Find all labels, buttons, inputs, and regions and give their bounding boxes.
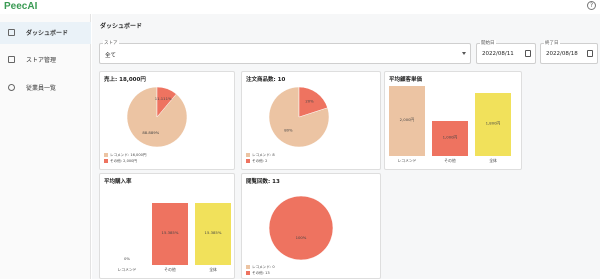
sidebar-item-label: ダッシュボード [26,30,69,37]
start-date-value: 2022/08/11 [482,51,514,57]
legend-label: その他: 13 [252,270,270,275]
store-select-label: ストア [103,40,119,46]
bar-data-label: 1,000円 [443,135,458,140]
bar-data-label: 15.385% [162,230,179,235]
end-date-field[interactable]: 終了日 2022/08/18 [540,40,598,64]
category-tick-label: レコメンド [118,267,137,272]
sales-card: 売上: 18,000円 88.889% 11.111% レコメンド: 16,000… [99,71,235,170]
sidebar: ダッシュボード ストア管理 従業員一覧 [0,14,91,279]
category-tick-label: レコメンド [398,158,417,163]
legend-label: レコメンド: 8 [252,152,275,157]
calendar-icon[interactable] [587,50,593,57]
legend-swatch-recommend [246,265,250,269]
end-date-label: 終了日 [544,40,560,46]
store-icon [8,56,15,63]
pie-data-label: 88.889% [142,130,159,135]
legend-swatch-other [104,159,108,163]
bar-data-label: 15.385% [205,230,222,235]
store-select[interactable]: ストア 全て [99,40,471,64]
views-card: 閲覧回数: 13 0%100% レコメンド: 0 その他: 13 [241,173,381,279]
legend-label: レコメンド: 0 [252,264,275,269]
pie-slice [268,195,334,261]
legend-label: その他: 2 [252,158,268,163]
pie-data-label: 100% [296,235,307,240]
bar-data-label: 2,000円 [400,117,415,122]
bar-data-label: 1,800円 [486,121,501,126]
sidebar-item-store[interactable]: ストア管理 [0,49,91,71]
category-tick-label: その他 [444,158,456,163]
start-date-field[interactable]: 開始日 2022/08/11 [476,40,536,64]
pie-data-label: 20% [305,98,314,103]
sidebar-item-label: 従業員一覧 [26,85,57,92]
bar-data-label: 0% [124,256,130,261]
dashboard-icon [8,29,15,36]
legend-swatch-other [246,271,250,275]
end-date-value: 2022/08/18 [546,51,578,57]
sidebar-item-employees[interactable]: 従業員一覧 [0,77,91,99]
pie-data-label: 11.111% [155,96,172,101]
category-tick-label: その他 [164,267,176,272]
legend-swatch-recommend [104,153,108,157]
orders-card: 注文商品数: 10 80% 20% レコメンド: 8 その他: 2 [241,71,381,170]
avg-spend-card: 平均顧客単価 2,000円 レコメンド 1,000円 その他 1,800円 全体 [384,71,522,170]
help-icon[interactable]: ? [587,1,596,10]
legend-swatch-other [246,159,250,163]
calendar-icon[interactable] [525,50,531,57]
store-select-value: 全て [105,53,117,59]
pie-data-label: 80% [284,128,293,133]
legend-label: レコメンド: 16,000円 [110,152,147,157]
category-tick-label: 全体 [209,267,217,272]
people-icon [8,84,15,91]
views-legend: レコメンド: 0 その他: 13 [246,264,275,276]
legend-label: その他: 2,000円 [110,158,138,163]
sidebar-item-dashboard[interactable]: ダッシュボード [0,22,91,44]
chevron-down-icon [462,52,466,55]
purchase-rate-card: 平均購入率 0% レコメンド 15.385% その他 15.385% 全体 [99,173,235,279]
legend-swatch-recommend [246,153,250,157]
main-content: ダッシュボード ストア 全て 開始日 2022/08/11 終了日 2022/0… [92,14,600,279]
sidebar-item-label: ストア管理 [26,57,57,64]
avg-spend-bar-chart: 2,000円レコメンド 1,000円その他 1,800円全体 [389,86,511,163]
sales-legend: レコメンド: 16,000円 その他: 2,000円 [104,152,147,164]
brand-logo[interactable]: PeecAI [4,1,37,12]
top-bar: PeecAI ? [0,0,600,14]
orders-legend: レコメンド: 8 その他: 2 [246,152,275,164]
category-tick-label: 全体 [489,158,497,163]
purchase-rate-bar-chart: 0% レコメンド 15.385% その他 15.385% 全体 [118,203,231,272]
page-title: ダッシュボード [100,23,143,30]
start-date-label: 開始日 [480,40,496,46]
